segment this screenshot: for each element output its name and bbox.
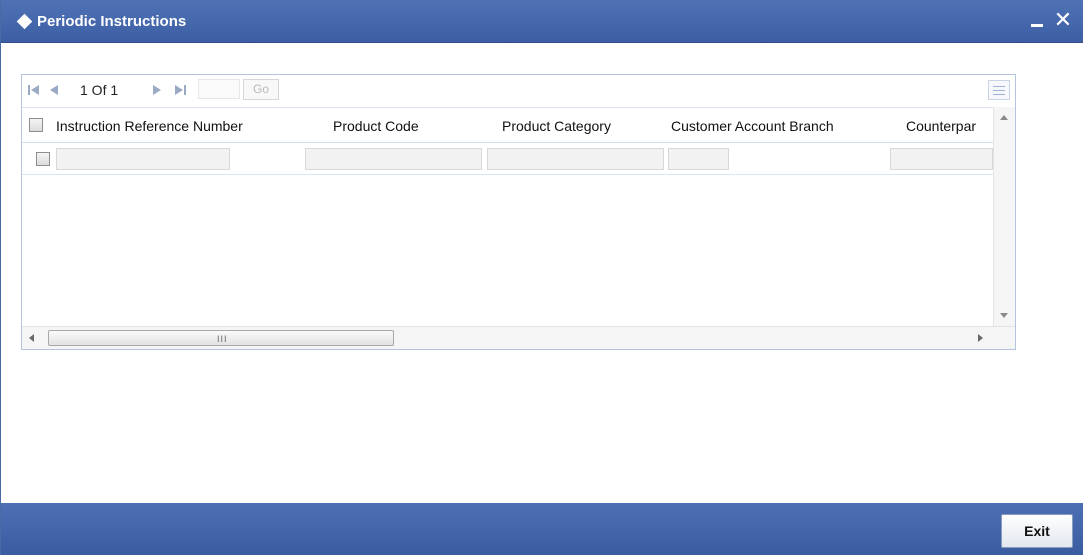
scroll-right-icon[interactable] [978,334,983,342]
list-view-icon[interactable] [988,80,1010,100]
page-indicator: 1 Of 1 [80,82,119,98]
pagination-toolbar: 1 Of 1 Go [22,75,1015,105]
select-all-checkbox[interactable] [29,118,43,132]
scroll-up-icon[interactable] [1000,115,1008,120]
title-bar: Periodic Instructions ✕ [1,0,1083,43]
periodic-instructions-window: Periodic Instructions ✕ 1 Of 1 Go Instru… [0,0,1083,555]
counterparty-field[interactable] [890,148,993,170]
column-header-product-category[interactable]: Product Category [502,118,611,134]
column-header-counterparty[interactable]: Counterpar [906,118,976,134]
scroll-left-icon[interactable] [29,334,34,342]
first-page-icon[interactable] [28,84,40,96]
column-header-product-code[interactable]: Product Code [333,118,419,134]
next-page-icon[interactable] [152,84,162,96]
vertical-scrollbar[interactable] [993,107,1015,326]
product-code-field[interactable] [305,148,482,170]
instructions-grid: 1 Of 1 Go Instruction Reference Number P… [21,74,1016,350]
table-header: Instruction Reference Number Product Cod… [22,108,993,143]
column-header-instruction-reference-number[interactable]: Instruction Reference Number [56,118,243,134]
column-header-customer-account-branch[interactable]: Customer Account Branch [671,118,834,134]
table-viewport: Instruction Reference Number Product Cod… [22,107,993,327]
product-category-field[interactable] [487,148,664,170]
exit-button[interactable]: Exit [1001,514,1073,548]
previous-page-icon[interactable] [49,84,59,96]
scroll-down-icon[interactable] [1000,313,1008,318]
horizontal-scroll-thumb[interactable]: III [48,330,394,346]
customer-account-branch-field[interactable] [668,148,729,170]
instruction-reference-number-field[interactable] [56,148,230,170]
close-icon[interactable]: ✕ [1051,8,1075,32]
diamond-icon [16,13,33,30]
minimize-icon[interactable] [1031,24,1043,27]
last-page-icon[interactable] [174,84,186,96]
table-row[interactable] [22,143,993,175]
go-button[interactable]: Go [243,79,279,100]
footer-bar: Exit [1,503,1083,555]
window-title: Periodic Instructions [37,13,187,30]
row-checkbox[interactable] [36,152,50,166]
grip-icon: III [217,334,228,344]
page-number-input[interactable] [198,79,240,99]
horizontal-scrollbar[interactable]: III [22,326,1015,349]
